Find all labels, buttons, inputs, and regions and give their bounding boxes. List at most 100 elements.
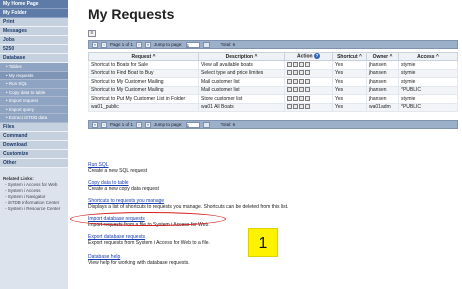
copy-icon[interactable] bbox=[299, 104, 304, 110]
cell-actions bbox=[284, 102, 333, 112]
delete-icon[interactable] bbox=[305, 70, 310, 76]
cell-description: wa01 All Boats bbox=[198, 102, 285, 112]
next-page-icon[interactable]: › bbox=[136, 41, 143, 48]
nav-db-import-query[interactable]: • Import query bbox=[0, 105, 68, 114]
cell-shortcut: Yes bbox=[332, 68, 367, 78]
nav-my-home-page[interactable]: My Home Page bbox=[0, 0, 68, 9]
prev-page-icon[interactable]: ‹ bbox=[101, 41, 107, 48]
nav-db-tables[interactable]: • Tables bbox=[0, 63, 68, 72]
run-icon[interactable] bbox=[287, 78, 292, 84]
first-page-icon[interactable]: « bbox=[92, 121, 98, 128]
last-page-icon[interactable]: » bbox=[145, 41, 152, 48]
link-shortcuts-block: Shortcuts to requests you manage Display… bbox=[88, 198, 288, 210]
edit-icon[interactable] bbox=[293, 95, 298, 101]
copy-icon[interactable] bbox=[299, 78, 304, 84]
col-shortcut[interactable]: Shortcut ^ bbox=[332, 52, 367, 61]
nav-messages[interactable]: Messages bbox=[0, 27, 68, 36]
link-copy-data-block: Copy data to table Create a new copy dat… bbox=[88, 180, 159, 192]
table-header-row: Request ^ Description ^ Action ? Shortcu… bbox=[88, 52, 458, 61]
nav-db-import-request[interactable]: • Import request bbox=[0, 97, 68, 106]
delete-icon[interactable] bbox=[305, 95, 310, 101]
cell-shortcut: Yes bbox=[332, 94, 367, 104]
run-icon[interactable] bbox=[287, 104, 292, 110]
cell-shortcut: Yes bbox=[332, 77, 367, 87]
edit-icon[interactable] bbox=[293, 87, 298, 93]
delete-icon[interactable] bbox=[305, 61, 310, 67]
delete-icon[interactable] bbox=[305, 104, 310, 110]
nav-download[interactable]: Download bbox=[0, 140, 68, 150]
nav-db-extract[interactable]: • Extract iSTDB data bbox=[0, 114, 68, 123]
help-icon[interactable]: ? bbox=[313, 53, 320, 60]
related-link-resource-center[interactable]: - System i Resource Center bbox=[3, 206, 68, 212]
nav-other[interactable]: Other bbox=[0, 158, 68, 168]
table-row: Shortcut to My Customer Mailing Mail cus… bbox=[88, 77, 458, 87]
last-page-icon[interactable]: » bbox=[145, 121, 152, 128]
delete-icon[interactable] bbox=[305, 87, 310, 93]
col-request[interactable]: Request ^ bbox=[88, 52, 199, 61]
nav-5250[interactable]: 5250 bbox=[0, 45, 68, 54]
nav-customize[interactable]: Customize bbox=[0, 149, 68, 159]
cell-actions bbox=[284, 85, 333, 95]
database-help-desc: View help for working with database requ… bbox=[88, 260, 190, 266]
table-row: Shortcut to Boats for Sale View all avai… bbox=[88, 60, 458, 70]
page-indicator: Page 1 of 1 bbox=[110, 122, 134, 127]
next-page-icon[interactable]: › bbox=[136, 121, 143, 128]
run-icon[interactable] bbox=[287, 87, 292, 93]
nav-db-my-requests[interactable]: • My requests bbox=[0, 71, 68, 80]
sort-options-icon[interactable]: ≡ bbox=[88, 30, 96, 37]
prev-page-icon[interactable]: ‹ bbox=[101, 121, 107, 128]
cell-request: Shortcut to Find Boat to Buy bbox=[88, 68, 199, 78]
cell-description: Mail customer list bbox=[198, 85, 285, 95]
nav-command[interactable]: Command bbox=[0, 131, 68, 141]
table-row: Shortcut to Find Boat to Buy Select type… bbox=[88, 68, 458, 78]
cell-shortcut: Yes bbox=[332, 85, 367, 95]
copy-icon[interactable] bbox=[299, 61, 304, 67]
nav-db-run-sql[interactable]: • Run SQL bbox=[0, 80, 68, 89]
col-owner[interactable]: Owner ^ bbox=[366, 52, 399, 61]
jump-page-input[interactable]: 1 bbox=[185, 41, 200, 48]
cell-actions bbox=[284, 60, 333, 70]
nav-print[interactable]: Print bbox=[0, 18, 68, 27]
table-row: wa01_public wa01 All Boats Yes wa01adm *… bbox=[88, 102, 458, 112]
pager-top: « ‹ Page 1 of 1 › » Jump to page: 1 Tota… bbox=[88, 40, 458, 49]
col-access[interactable]: Access ^ bbox=[398, 52, 458, 61]
run-icon[interactable] bbox=[287, 95, 292, 101]
copy-icon[interactable] bbox=[299, 87, 304, 93]
run-icon[interactable] bbox=[287, 70, 292, 76]
nav-db-copy-data[interactable]: • Copy data to table bbox=[0, 88, 68, 97]
cell-owner: jhansen bbox=[366, 77, 399, 87]
cell-actions bbox=[284, 68, 333, 78]
first-page-icon[interactable]: « bbox=[92, 41, 98, 48]
cell-actions bbox=[284, 94, 333, 104]
col-description[interactable]: Description ^ bbox=[198, 52, 285, 61]
jump-go-button[interactable] bbox=[202, 121, 210, 128]
cell-owner: wa01adm bbox=[366, 102, 399, 112]
edit-icon[interactable] bbox=[293, 61, 298, 67]
page-indicator: Page 1 of 1 bbox=[110, 42, 134, 47]
total-count: Total: 6 bbox=[220, 122, 236, 127]
nav-database[interactable]: Database bbox=[0, 54, 68, 63]
copy-icon[interactable] bbox=[299, 95, 304, 101]
copy-icon[interactable] bbox=[299, 70, 304, 76]
jump-go-button[interactable] bbox=[202, 41, 210, 48]
nav-my-folder[interactable]: My Folder bbox=[0, 9, 68, 18]
jump-page-input[interactable]: 1 bbox=[185, 121, 200, 128]
related-link-info-center[interactable]: - iSTDB Information Center bbox=[3, 200, 68, 206]
run-sql-desc: Create a new SQL request bbox=[88, 168, 148, 174]
edit-icon[interactable] bbox=[293, 78, 298, 84]
delete-icon[interactable] bbox=[305, 78, 310, 84]
cell-owner: jhansen bbox=[366, 94, 399, 104]
edit-icon[interactable] bbox=[293, 70, 298, 76]
cell-request: Shortcut to Put My Customer List in Fold… bbox=[88, 94, 199, 104]
nav-files[interactable]: Files bbox=[0, 122, 68, 132]
cell-actions bbox=[284, 77, 333, 87]
nav-jobs[interactable]: Jobs bbox=[0, 36, 68, 45]
edit-icon[interactable] bbox=[293, 104, 298, 110]
cell-description: View all available boats bbox=[198, 60, 285, 70]
copy-data-desc: Create a new copy data request bbox=[88, 186, 159, 192]
requests-table: Request ^ Description ^ Action ? Shortcu… bbox=[88, 52, 458, 112]
run-icon[interactable] bbox=[287, 61, 292, 67]
cell-access: stymie bbox=[398, 60, 458, 70]
cell-access: stymie bbox=[398, 77, 458, 87]
table-row: Shortcut to Put My Customer List in Fold… bbox=[88, 94, 458, 104]
